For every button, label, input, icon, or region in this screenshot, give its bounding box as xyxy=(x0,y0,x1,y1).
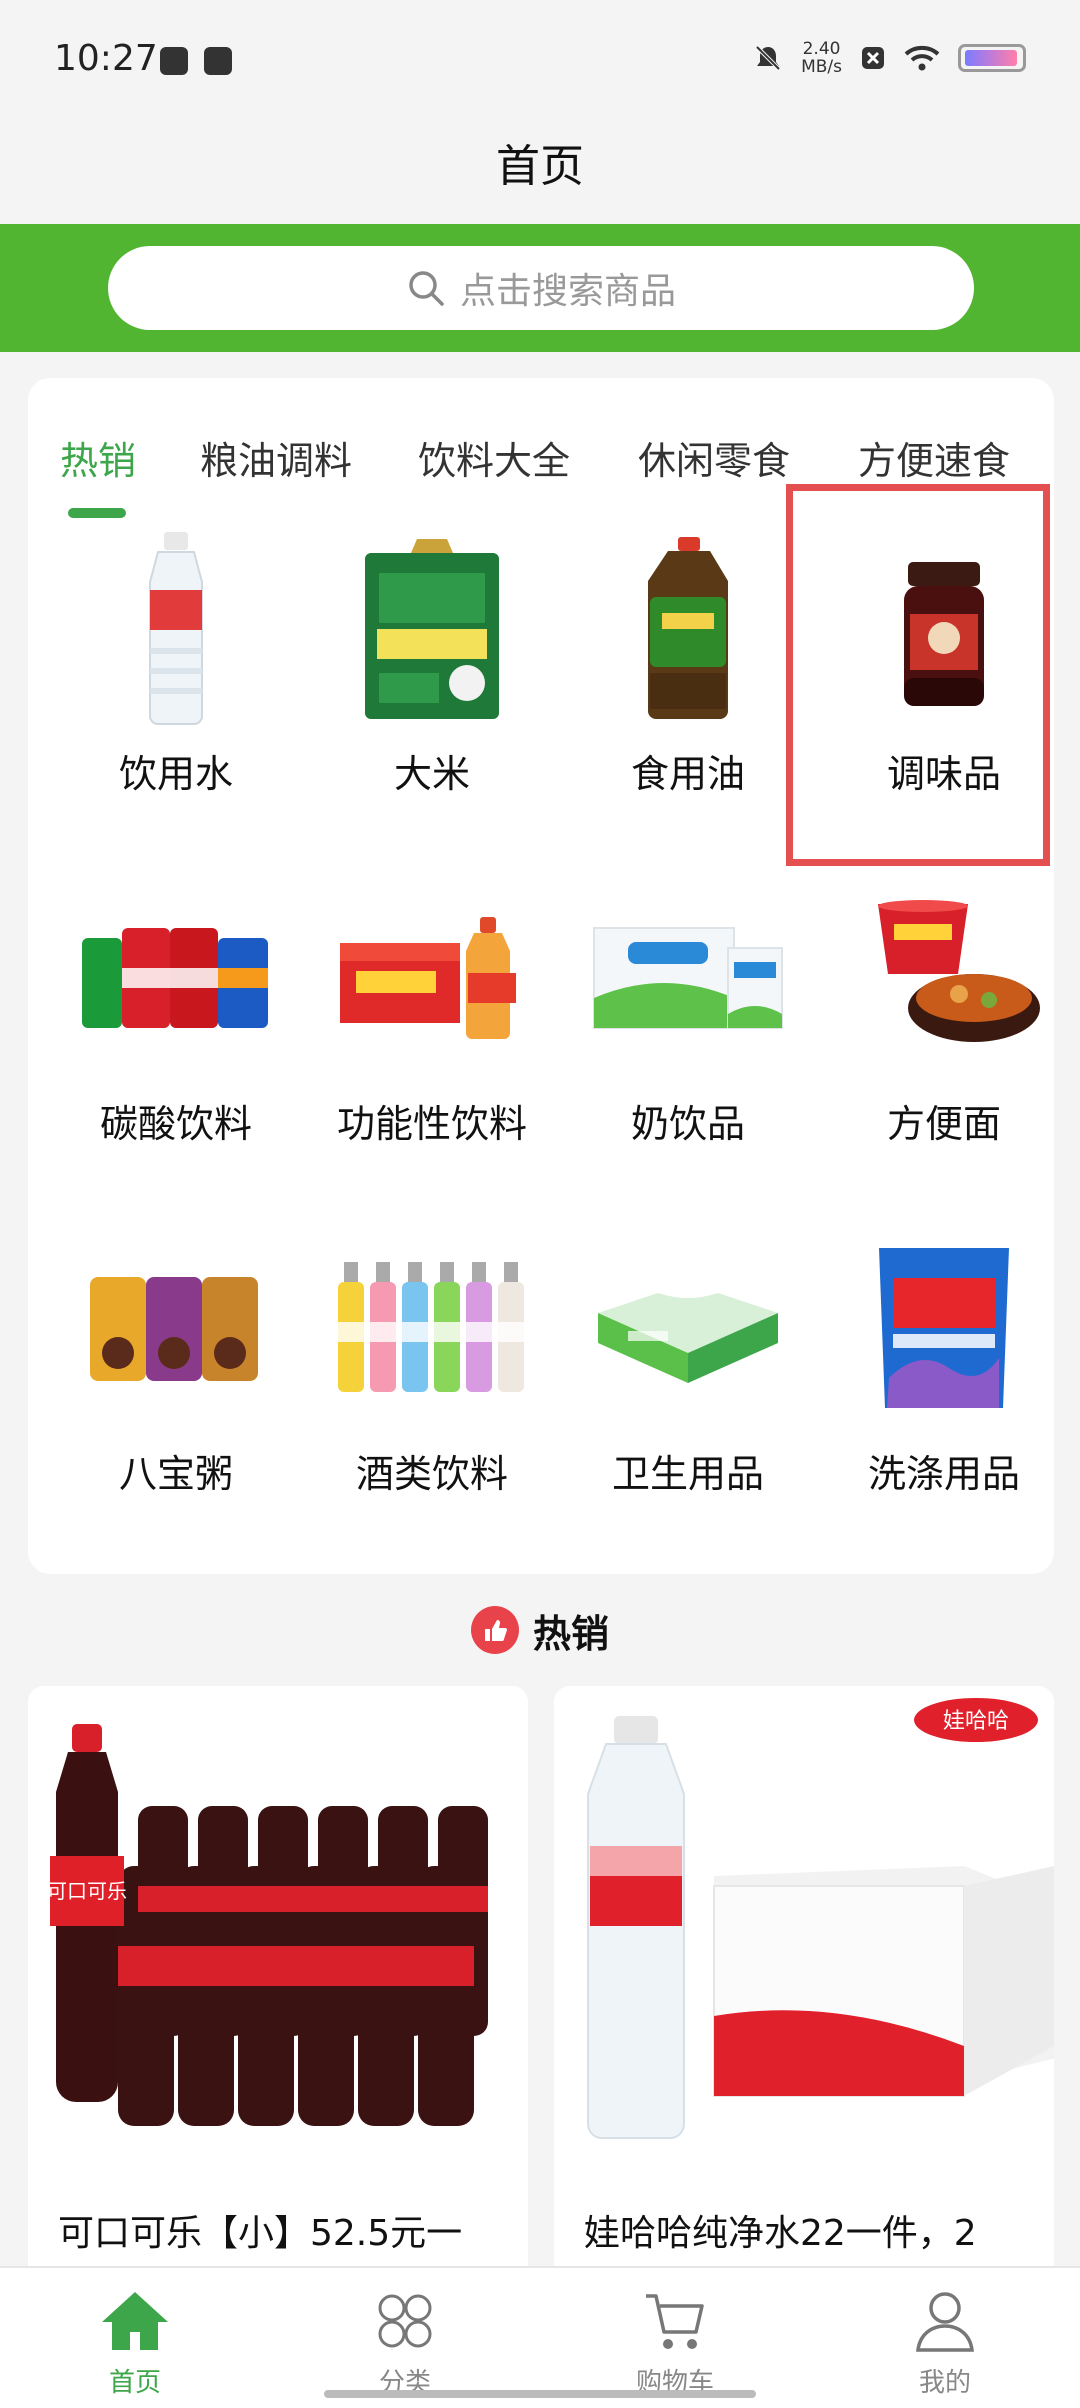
mute-icon xyxy=(755,45,781,71)
wifi-icon xyxy=(904,45,940,71)
home-icon xyxy=(102,2292,168,2350)
sim-off-icon xyxy=(862,47,884,69)
status-indicators: 2.40 MB/s xyxy=(753,40,1026,76)
detergent-bag-image xyxy=(844,1228,1044,1428)
tab-hot[interactable]: 热销 xyxy=(60,430,136,485)
congee-cans-image xyxy=(76,1228,276,1428)
hot-section-title: 热销 xyxy=(532,1611,609,1656)
user-icon xyxy=(916,2292,974,2352)
water-bottle-image xyxy=(76,528,276,728)
nav-label: 首页 xyxy=(108,2368,161,2398)
product-logo: 可口可乐 xyxy=(47,1879,127,1903)
soda-cans-image xyxy=(76,878,276,1078)
category-label: 奶饮品 xyxy=(630,1102,745,1146)
tab-snacks[interactable]: 休闲零食 xyxy=(638,430,790,485)
category-congee[interactable]: 八宝粥 xyxy=(56,1228,296,1528)
category-label: 卫生用品 xyxy=(611,1452,764,1496)
category-label: 食用油 xyxy=(630,752,745,796)
category-water[interactable]: 饮用水 xyxy=(56,528,296,828)
status-bar: 10:27 2.40 MB/s xyxy=(0,0,1080,120)
net-speed: 2.40 MB/s xyxy=(801,39,842,77)
tab-drinks[interactable]: 饮料大全 xyxy=(418,430,570,485)
battery-icon xyxy=(958,44,1026,72)
category-instant-noodle[interactable]: 方便面 xyxy=(824,878,1064,1178)
category-label: 功能性饮料 xyxy=(336,1102,527,1146)
nav-cart[interactable]: 购物车 xyxy=(540,2280,810,2400)
category-soda[interactable]: 碳酸饮料 xyxy=(56,878,296,1178)
rio-bottles-image xyxy=(332,1228,532,1428)
category-label: 酒类饮料 xyxy=(355,1452,508,1496)
brand-logo: 娃哈哈 xyxy=(943,1709,1009,1734)
category-rice[interactable]: 大米 xyxy=(312,528,552,828)
mail-icon xyxy=(204,47,232,75)
category-hygiene[interactable]: 卫生用品 xyxy=(568,1228,808,1528)
wet-wipes-image xyxy=(588,1228,788,1428)
category-milk[interactable]: 奶饮品 xyxy=(568,878,808,1178)
thumbs-up-icon xyxy=(470,1606,519,1654)
wahaha-water-image: 娃哈哈 xyxy=(554,1686,1054,2186)
functional-drink-image xyxy=(332,878,532,1078)
nav-profile[interactable]: 我的 xyxy=(810,2280,1080,2400)
search-placeholder: 点击搜索商品 xyxy=(459,271,676,312)
notification-icon xyxy=(160,47,188,75)
category-grid-icon xyxy=(378,2294,432,2348)
category-label: 八宝粥 xyxy=(118,1452,233,1496)
search-band: 点击搜索商品 xyxy=(0,224,1080,352)
status-time: 10:27 xyxy=(54,38,158,79)
rice-bag-image xyxy=(332,528,532,728)
oil-bottle-image xyxy=(588,528,788,728)
category-label: 饮用水 xyxy=(118,752,233,796)
category-label: 洗涤用品 xyxy=(867,1452,1020,1496)
home-indicator xyxy=(324,2390,756,2398)
hot-section-header: 热销 xyxy=(0,1600,1080,1660)
category-label: 方便面 xyxy=(886,1102,1001,1146)
category-functional-drink[interactable]: 功能性饮料 xyxy=(312,878,552,1178)
category-liquor[interactable]: 酒类饮料 xyxy=(312,1228,552,1528)
category-label: 碳酸饮料 xyxy=(99,1102,252,1146)
instant-noodle-image xyxy=(844,878,1044,1078)
coca-cola-image: 可口可乐 xyxy=(28,1686,528,2186)
category-detergent[interactable]: 洗涤用品 xyxy=(824,1228,1064,1528)
milk-box-image xyxy=(588,878,788,1078)
cart-icon xyxy=(646,2294,704,2349)
product-card[interactable]: 可口可乐 可口可乐【小】52.5元一 xyxy=(28,1686,528,2286)
nav-home[interactable]: 首页 xyxy=(0,2280,270,2400)
tab-indicator xyxy=(68,508,126,518)
tab-grain-oil[interactable]: 粮油调料 xyxy=(200,430,352,485)
nav-category[interactable]: 分类 xyxy=(270,2280,540,2400)
product-name: 可口可乐【小】52.5元一 xyxy=(58,2213,463,2254)
highlight-box xyxy=(786,484,1050,866)
product-name: 娃哈哈纯净水22一件，2 xyxy=(584,2213,977,2254)
bottom-nav: 首页 分类 购物车 我的 xyxy=(0,2266,1080,2408)
nav-label: 我的 xyxy=(918,2368,971,2398)
page-title: 首页 xyxy=(496,141,584,192)
category-label: 大米 xyxy=(393,752,470,796)
category-oil[interactable]: 食用油 xyxy=(568,528,808,828)
tab-instant-food[interactable]: 方便速食 xyxy=(858,430,1010,485)
search-input[interactable]: 点击搜索商品 xyxy=(108,246,974,330)
search-icon xyxy=(409,271,444,306)
product-card[interactable]: 娃哈哈 娃哈哈纯净水22一件，2 xyxy=(554,1686,1054,2286)
